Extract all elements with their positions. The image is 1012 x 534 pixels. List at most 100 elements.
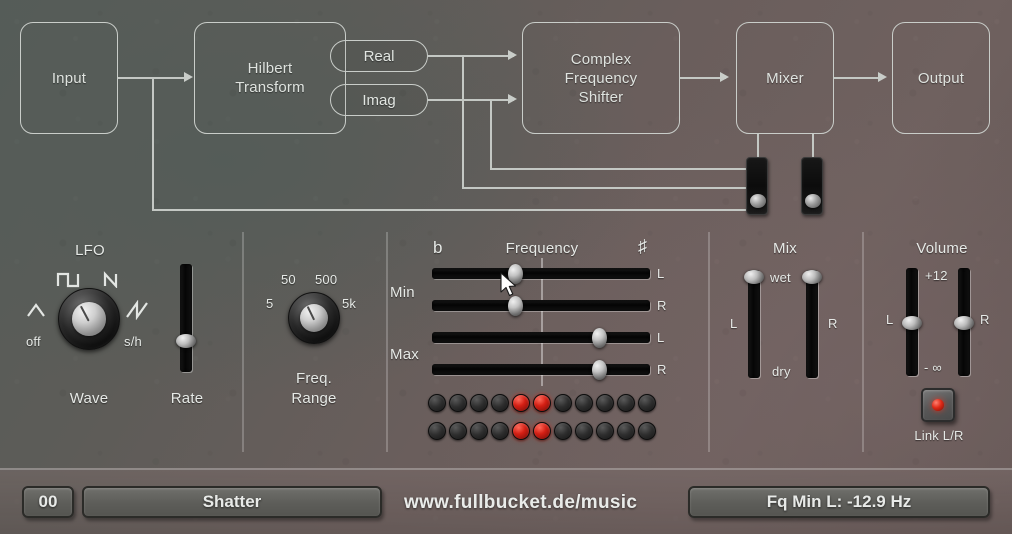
lfo-wave-label: Wave [69,390,109,407]
diagram-block-hilbert-transform: Hilbert Transform [194,22,346,134]
freq-range-label-line2: Range [291,390,337,407]
freq-range-label-line1: Freq. [295,370,332,387]
diagram-patch-right-handle[interactable] [805,194,821,208]
website-link[interactable]: www.fullbucket.de/music [404,492,637,514]
led-indicator [491,394,509,412]
diagram-block-real: Real [330,40,428,72]
panel-divider-1 [242,232,244,452]
signal-flow-diagram: Input Hilbert Transform Real Imag Comple… [0,0,1012,228]
wire-imag-branch-bottom [490,168,762,170]
led-indicator [617,394,635,412]
frequency-max-l-slider[interactable] [432,328,650,348]
frequency-max-r-slider[interactable] [432,360,650,380]
mix-left-slider[interactable] [744,270,764,378]
frequency-min-r-handle[interactable] [508,296,523,316]
panel-divider-2 [386,232,388,452]
lfo-wave-knob-pointer [80,305,91,322]
frequency-max-l-handle[interactable] [592,328,607,348]
mix-left-slider-track[interactable] [748,270,760,378]
wire-real-branch-down [462,55,464,188]
frequency-led-row-l [428,394,656,412]
volume-left-slider[interactable] [902,268,922,376]
diagram-patch-left-handle[interactable] [750,194,766,208]
frequency-max-l-track[interactable] [432,332,650,343]
lfo-section-title: LFO [75,242,105,259]
lfo-rate-slider-handle[interactable] [176,334,196,348]
volume-link-lr-button[interactable] [921,388,955,422]
freq-range-tick-5k: 5k [342,296,357,311]
frequency-sharp-symbol: ♯ [638,236,648,256]
frequency-min-r-slider[interactable] [432,296,650,316]
volume-left-slider-handle[interactable] [902,316,922,330]
led-indicator [512,422,530,440]
volume-top-label: +12 [925,268,948,283]
led-indicator [449,422,467,440]
led-indicator [470,394,488,412]
diagram-block-input-label: Input [51,69,87,87]
volume-right-slider[interactable] [954,268,974,376]
frequency-max-r-handle[interactable] [592,360,607,380]
led-indicator [533,422,551,440]
led-indicator [596,422,614,440]
triangle-wave-icon [27,303,45,317]
mix-wet-label: wet [770,270,791,285]
diagram-patch-slider-right[interactable] [801,157,823,215]
lfo-wave-knob[interactable] [58,288,120,350]
preset-number-field[interactable]: 00 [22,486,74,518]
mix-right-slider-handle[interactable] [802,270,822,284]
mix-right-slider[interactable] [802,270,822,378]
lfo-rate-slider-track[interactable] [180,264,192,372]
frequency-section-title: Frequency [505,240,579,257]
wire-imag-to-shifter [428,99,514,101]
mix-left-slider-handle[interactable] [744,270,764,284]
diagram-patch-slider-left[interactable] [746,157,768,215]
frequency-min-l-slider[interactable] [432,264,650,284]
lfo-wave-knob-cap [72,302,106,336]
led-indicator [596,394,614,412]
arrow-shifter-to-mixer [720,72,729,82]
ramp-up-wave-icon [126,300,148,320]
led-indicator [575,394,593,412]
led-indicator [554,422,572,440]
frequency-min-l-track[interactable] [432,268,650,279]
panel-divider-4 [862,232,864,452]
led-indicator [491,422,509,440]
freq-range-tick-500: 500 [315,272,338,287]
wire-imag-branch-down [490,99,492,169]
diagram-block-mixer-label: Mixer [766,69,804,87]
lfo-rate-slider[interactable] [176,264,196,372]
diagram-block-output-label: Output [917,69,965,87]
led-indicator [428,422,446,440]
frequency-min-l-channel-label: L [657,266,665,281]
mix-right-slider-track[interactable] [806,270,818,378]
wire-dry-bottom [152,209,762,211]
frequency-min-r-channel-label: R [657,298,667,313]
freq-range-tick-50: 50 [281,272,296,287]
volume-right-label: R [980,312,990,327]
freq-range-knob[interactable] [288,292,340,344]
arrow-mixer-to-output [878,72,887,82]
mix-dry-label: dry [772,364,791,379]
arrow-imag-to-shifter [508,94,517,104]
control-panel: LFO off s/h Wave Rate 5 50 500 5k Freq. … [0,228,1012,468]
frequency-min-l-handle[interactable] [508,264,523,284]
wire-real-branch-bottom [462,187,762,189]
diagram-block-output: Output [892,22,990,134]
volume-left-label: L [886,312,894,327]
diagram-block-imag: Imag [330,84,428,116]
shifter-label-line3: Shifter [578,88,624,106]
preset-name-field[interactable]: Shatter [82,486,382,518]
frequency-min-r-track[interactable] [432,300,650,311]
led-indicator [575,422,593,440]
diagram-block-mixer: Mixer [736,22,834,134]
wire-mixer-to-output [834,77,882,79]
lfo-wave-min-label: off [26,334,41,349]
frequency-max-r-track[interactable] [432,364,650,375]
parameter-readout-field: Fq Min L: -12.9 Hz [688,486,990,518]
hilbert-label-line2: Transform [235,79,305,96]
volume-right-slider-handle[interactable] [954,316,974,330]
wire-real-to-shifter [428,55,514,57]
freq-range-knob-cap [300,304,328,332]
diagram-block-complex-frequency-shifter: Complex Frequency Shifter [522,22,680,134]
ramp-down-wave-icon [103,271,118,288]
